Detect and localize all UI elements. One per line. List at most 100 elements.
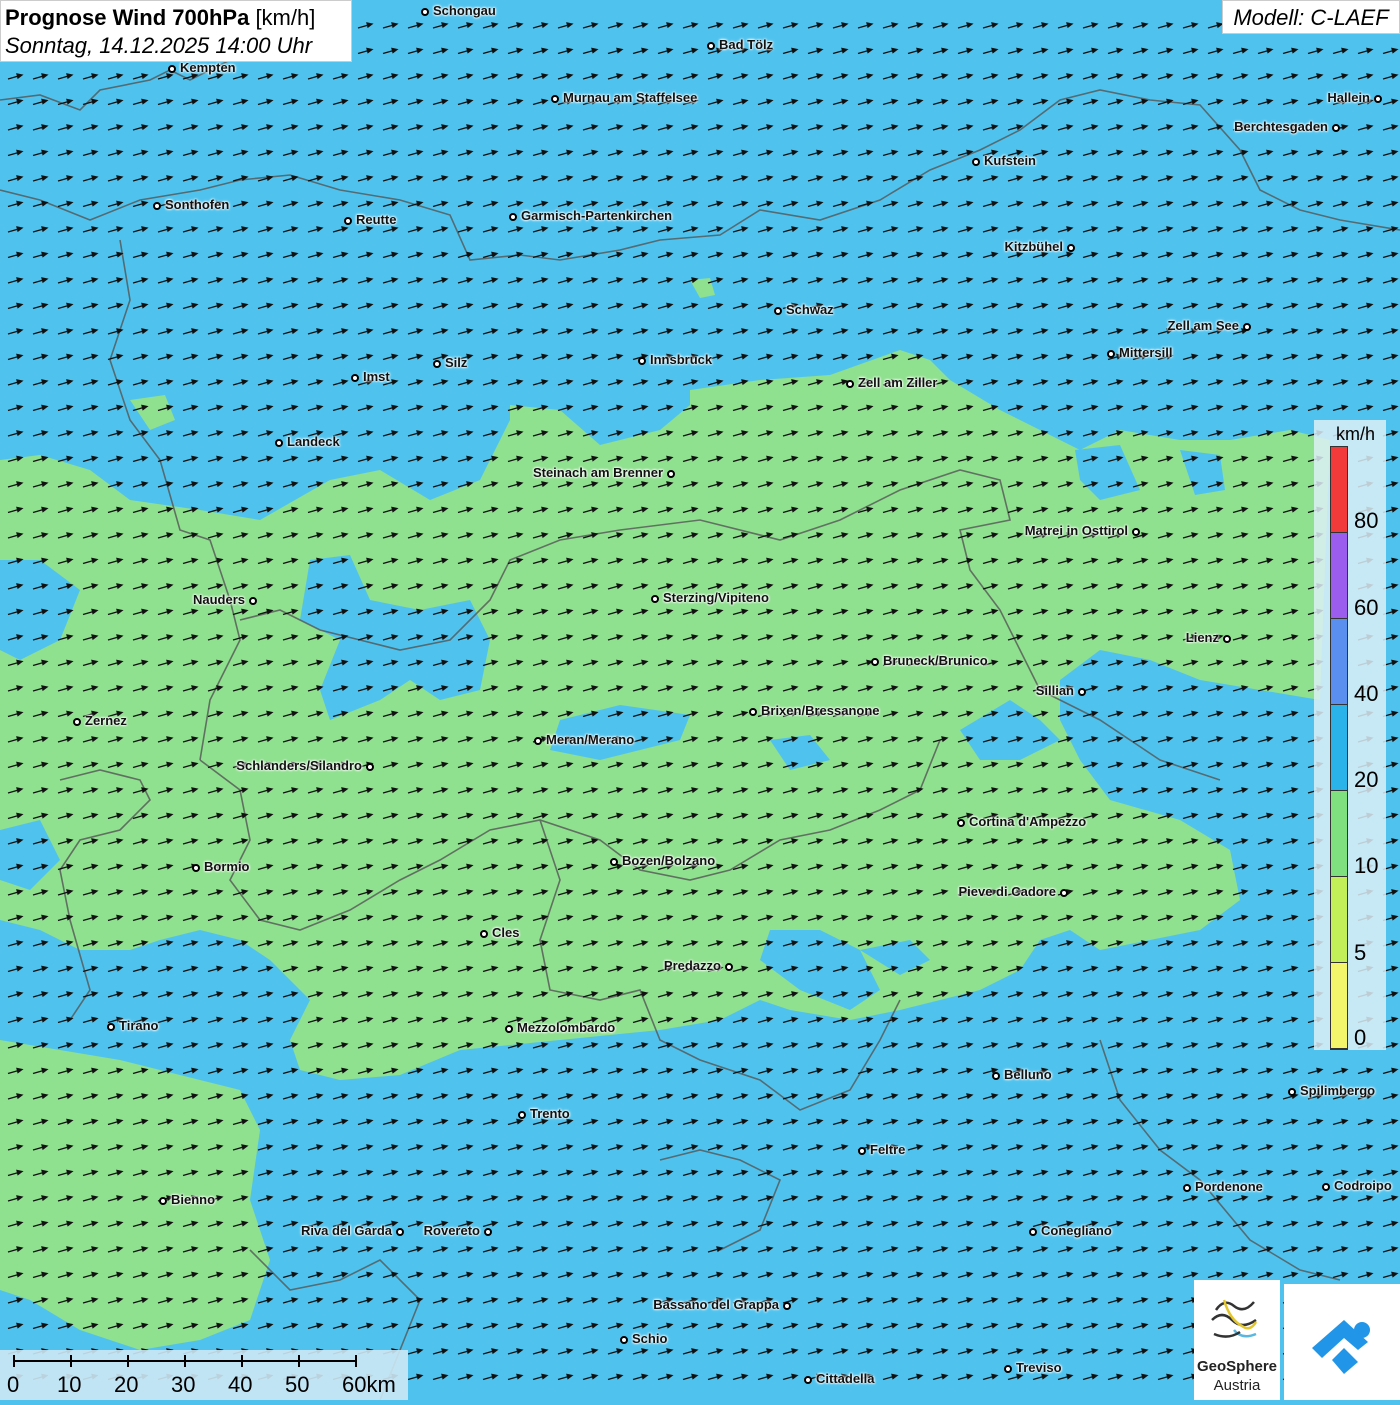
- city-dot: [1332, 124, 1340, 132]
- city-label: Trento: [530, 1106, 570, 1121]
- city-label: Zell am Ziller: [858, 375, 938, 390]
- city-label: Sillian: [1035, 683, 1074, 698]
- city-dot: [551, 95, 559, 103]
- city-label: Pordenone: [1195, 1179, 1263, 1194]
- logo-sub: Austria: [1213, 1377, 1261, 1394]
- legend-tick-label: 40: [1354, 681, 1379, 706]
- city-dot: [1288, 1088, 1296, 1096]
- city-dot: [509, 213, 517, 221]
- city-dot: [1060, 889, 1068, 897]
- city-label: Zernez: [85, 713, 127, 728]
- city-label: Bruneck/Brunico: [883, 653, 988, 668]
- city-label: Kitzbühel: [1004, 239, 1064, 254]
- city-label: Bormio: [204, 859, 250, 874]
- city-label: Cortina d'Ampezzo: [969, 814, 1087, 829]
- city-dot: [783, 1302, 791, 1310]
- city-dot: [1374, 95, 1382, 103]
- city-label: Codroipo: [1334, 1178, 1392, 1193]
- city-label: Bassano del Grappa: [653, 1297, 779, 1312]
- city-label: Schongau: [433, 3, 496, 18]
- city-label: Belluno: [1004, 1067, 1052, 1082]
- city-label: Treviso: [1016, 1360, 1062, 1375]
- city-dot: [1223, 635, 1231, 643]
- city-dot: [505, 1025, 513, 1033]
- city-label: Hallein: [1327, 90, 1370, 105]
- city-label: Bad Tölz: [719, 37, 774, 52]
- map-title: Prognose Wind 700hPa [km/h]: [5, 5, 316, 30]
- legend-color-segment: [1331, 705, 1347, 791]
- legend-tick-label: 10: [1354, 853, 1379, 878]
- city-dot: [351, 374, 359, 382]
- city-dot: [871, 658, 879, 666]
- color-legend: km/h 80 60 40 20 10 5 0: [1314, 420, 1386, 1050]
- geosphere-icon: [1211, 1299, 1258, 1338]
- city-dot: [651, 595, 659, 603]
- legend-color-segment: [1331, 619, 1347, 705]
- city-dot: [1132, 528, 1140, 536]
- city-label: Kempten: [180, 60, 236, 75]
- city-dot: [610, 858, 618, 866]
- legend-unit: km/h: [1336, 424, 1376, 444]
- legend-color-segment: [1331, 533, 1347, 619]
- legend-tick-label: 20: [1354, 767, 1379, 792]
- city-label: Kufstein: [984, 153, 1036, 168]
- geosphere-logo: GeoSphere Austria: [1194, 1280, 1280, 1400]
- city-dot: [73, 718, 81, 726]
- scale-label: 10: [57, 1372, 82, 1397]
- scale-label: 20: [114, 1372, 139, 1397]
- city-dot: [159, 1197, 167, 1205]
- city-label: Murnau am Staffelsee: [563, 90, 698, 105]
- city-dot: [534, 737, 542, 745]
- city-dot: [638, 357, 646, 365]
- city-dot: [1322, 1183, 1330, 1191]
- city-dot: [707, 42, 715, 50]
- app-logo: [1284, 1284, 1400, 1400]
- scale-label: 0: [7, 1372, 20, 1397]
- city-dot: [725, 963, 733, 971]
- scale-label: 60km: [342, 1372, 396, 1397]
- legend-color-segment: [1331, 447, 1347, 533]
- city-label: Spilimbergo: [1300, 1083, 1376, 1098]
- city-label: Berchtesgaden: [1234, 119, 1328, 134]
- city-label: Steinach am Brenner: [532, 465, 663, 480]
- city-label: Imst: [363, 369, 390, 384]
- city-dot: [1183, 1184, 1191, 1192]
- city-label: Tirano: [119, 1018, 159, 1033]
- city-label: Mittersill: [1119, 345, 1173, 360]
- app-icon: [1312, 1320, 1370, 1374]
- city-label: Schwaz: [786, 302, 834, 317]
- city-label: Garmisch-Partenkirchen: [521, 208, 673, 223]
- city-dot: [1029, 1228, 1037, 1236]
- scale-label: 30: [171, 1372, 196, 1397]
- city-label: Nauders: [192, 592, 245, 607]
- city-label: Sterzing/Vipiteno: [663, 590, 769, 605]
- legend-color-segment: [1331, 963, 1347, 1049]
- scale-label: 50: [285, 1372, 310, 1397]
- forecast-date: Sonntag, 14.12.2025 14:00 Uhr: [5, 33, 313, 58]
- city-label: Sonthofen: [165, 197, 230, 212]
- city-dot: [153, 202, 161, 210]
- city-dot: [433, 360, 441, 368]
- city-label: Lienz: [1185, 630, 1219, 645]
- city-label: Landeck: [287, 434, 340, 449]
- city-dot: [107, 1023, 115, 1031]
- city-dot: [275, 439, 283, 447]
- city-dot: [249, 597, 257, 605]
- city-label: Zell am See: [1167, 318, 1239, 333]
- city-label: Cles: [492, 925, 520, 940]
- city-dot: [1243, 323, 1251, 331]
- city-dot: [1067, 244, 1075, 252]
- city-label: Matrei in Osttirol: [1024, 523, 1128, 538]
- city-dot: [992, 1072, 1000, 1080]
- city-label: Rovereto: [423, 1223, 480, 1238]
- city-dot: [1004, 1365, 1012, 1373]
- city-dot: [957, 819, 965, 827]
- legend-tick-label: 0: [1354, 1025, 1367, 1050]
- city-dot: [749, 708, 757, 716]
- title-box: Prognose Wind 700hPa [km/h] Sonntag, 14.…: [0, 0, 352, 62]
- city-dot: [484, 1228, 492, 1236]
- legend-tick-label: 80: [1354, 508, 1379, 533]
- city-dot: [804, 1376, 812, 1384]
- city-dot: [858, 1147, 866, 1155]
- model-label: Modell: C-LAEF: [1222, 0, 1400, 34]
